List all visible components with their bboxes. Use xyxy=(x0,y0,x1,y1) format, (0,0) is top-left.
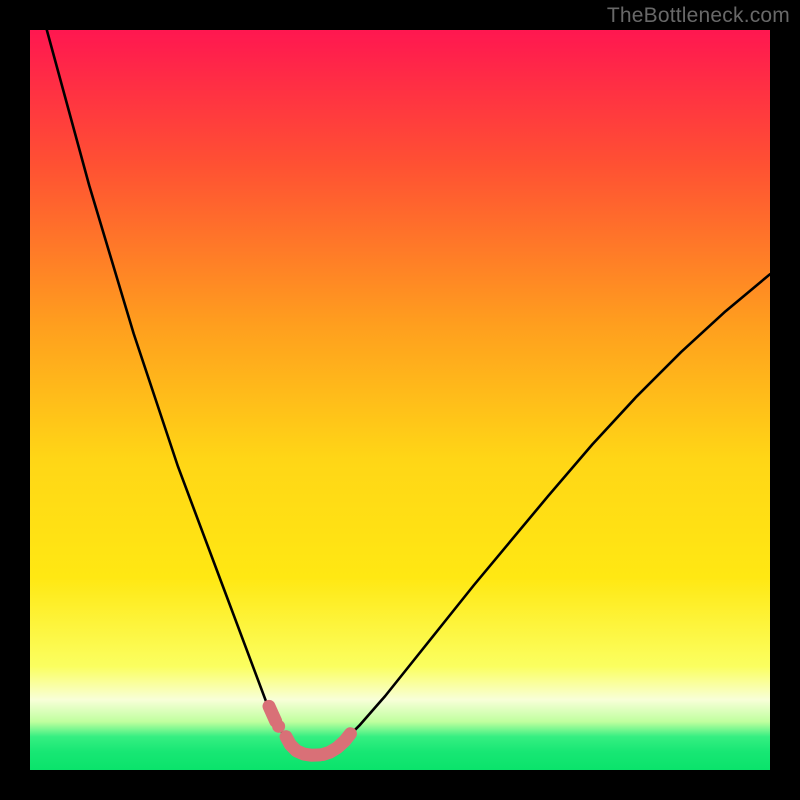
chart-svg xyxy=(30,30,770,770)
accent-segment-0 xyxy=(269,706,276,721)
chart-frame: TheBottleneck.com xyxy=(0,0,800,800)
watermark-text: TheBottleneck.com xyxy=(607,4,790,28)
chart-background xyxy=(30,30,770,770)
accent-dot-0 xyxy=(272,720,285,733)
plot-area xyxy=(30,30,770,770)
